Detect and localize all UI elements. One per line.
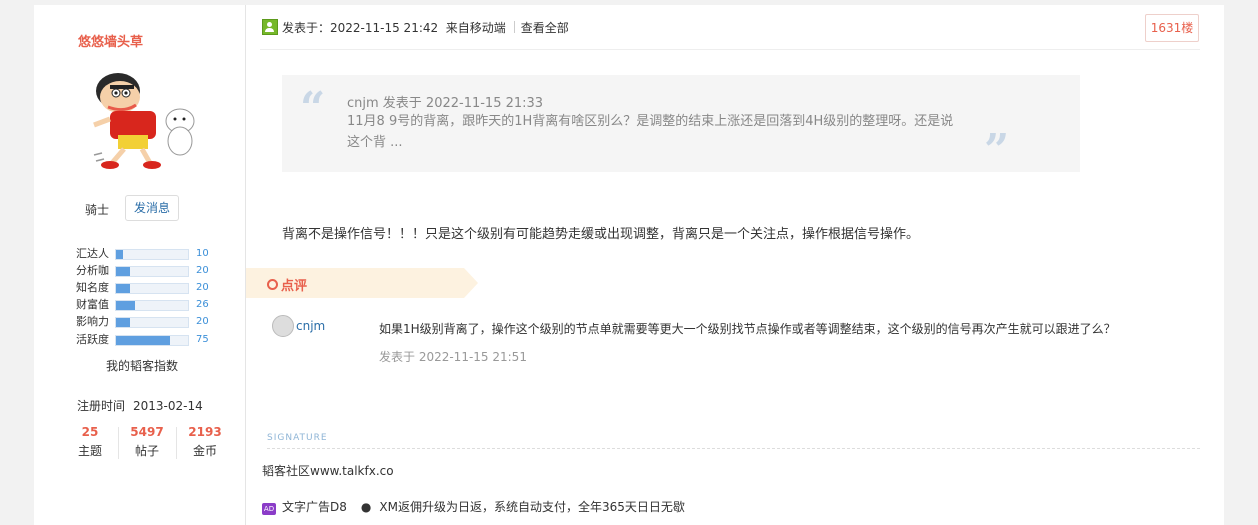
stat-value: 20 (196, 316, 209, 327)
user-online-icon (262, 19, 278, 35)
post-content: 发表于：2022-11-15 21:42 来自移动端 查看全部 1631楼 “ c… (246, 5, 1224, 525)
divider (267, 448, 1200, 449)
circle-icon (267, 279, 278, 290)
send-message-button[interactable]: 发消息 (125, 195, 179, 221)
stat-value: 20 (196, 265, 209, 276)
stat-row: 汇达人 10 (76, 245, 226, 262)
signature-text: 韬客社区www.talkfx.co (262, 464, 394, 478)
post-meta-bar: 发表于：2022-11-15 21:42 来自移动端 查看全部 (262, 19, 569, 37)
user-index-link[interactable]: 我的韬客指数 (106, 357, 178, 374)
stat-value: 20 (196, 282, 209, 293)
stat-label: 活跃度 (76, 333, 109, 346)
stat-bar (115, 249, 189, 260)
bullet-icon: ● (360, 500, 372, 514)
stat-bar (115, 266, 189, 277)
stat-bar (115, 300, 189, 311)
stat-label: 知名度 (76, 281, 109, 294)
stat-row: 分析咖 20 (76, 262, 226, 279)
text-ad[interactable]: AD 文字广告D8 ● XM返佣升级为日返，系统自动支付，全年365天日日无歇 (262, 498, 685, 515)
stat-row: 知名度 20 (76, 279, 226, 296)
stat-bar (115, 335, 189, 346)
post-body: 背离不是操作信号！！！只是这个级别有可能趋势走缓或出现调整，背离只是一个关注点，… (282, 227, 920, 242)
comment-section-label: 点评 (281, 279, 308, 294)
stat-bar (115, 317, 189, 328)
count-label: 金币 (192, 444, 217, 458)
stat-value: 26 (196, 299, 209, 310)
stat-bar (115, 283, 189, 294)
post-time: 发表于：2022-11-15 21:42 (282, 21, 439, 35)
post-frame: 悠悠墙头草 骑士 发消息 汇达人 10 分析咖 20 知名度 20 财富值 26… (34, 5, 1224, 525)
ad-title: 文字广告D8 (282, 500, 347, 514)
stat-row: 财富值 26 (76, 296, 226, 313)
divider (260, 49, 1200, 50)
stat-label: 影响力 (76, 315, 109, 328)
quote-block: “ cnjm 发表于 2022-11-15 21:33 11月8 9号的背离，跟… (282, 75, 1080, 176)
signature-label: SIGNATURE (267, 433, 328, 443)
stat-label: 财富值 (76, 298, 109, 311)
floor-number[interactable]: 1631楼 (1145, 14, 1199, 42)
stat-value: 75 (196, 334, 209, 345)
count-label: 主题 (77, 444, 102, 458)
author-avatar[interactable] (86, 63, 201, 173)
commenter-avatar[interactable] (272, 315, 294, 337)
close-quote-icon: ” (984, 125, 1010, 176)
count-label: 帖子 (134, 444, 159, 458)
stat-row: 影响力 20 (76, 313, 226, 330)
count-number: 2193 (188, 425, 222, 439)
quote-text: 11月8 9号的背离，跟昨天的1H背离有啥区别么？是调整的结束上涨还是回落到4H… (347, 114, 954, 150)
count-number: 25 (81, 425, 99, 439)
comment-section-title: 点评 (267, 275, 307, 294)
view-all-link[interactable]: 查看全部 (521, 21, 569, 35)
stat-label: 分析咖 (76, 264, 109, 277)
register-info: 注册时间 2013-02-14 (77, 397, 203, 414)
comment-time: 发表于 2022-11-15 21:51 (379, 350, 527, 364)
count-coins[interactable]: 2193 金币 (177, 425, 233, 459)
stat-value: 10 (196, 248, 209, 259)
register-label: 注册时间 (77, 399, 126, 413)
count-topics[interactable]: 25 主题 (62, 425, 118, 459)
count-number: 5497 (130, 425, 164, 439)
stat-label: 汇达人 (76, 247, 109, 260)
commenter-name[interactable]: cnjm (296, 319, 325, 333)
stat-row: 活跃度 75 (76, 331, 226, 348)
post-source: 来自移动端 (445, 21, 506, 35)
comment-text: 如果1H级别背离了，操作这个级别的节点单就需要等更大一个级别找节点操作或者等调整… (379, 322, 1116, 336)
quote-header: cnjm 发表于 2022-11-15 21:33 (347, 96, 544, 111)
open-quote-icon: “ (300, 83, 326, 134)
author-name[interactable]: 悠悠墙头草 (78, 31, 143, 50)
author-sidebar: 悠悠墙头草 骑士 发消息 汇达人 10 分析咖 20 知名度 20 财富值 26… (34, 5, 246, 525)
ad-icon: AD (262, 503, 276, 515)
ad-text[interactable]: XM返佣升级为日返，系统自动支付，全年365天日日无歇 (379, 500, 684, 514)
divider (513, 21, 515, 33)
register-date: 2013-02-14 (133, 399, 203, 413)
user-rank: 骑士 (85, 203, 110, 217)
count-posts[interactable]: 5497 帖子 (119, 425, 175, 459)
